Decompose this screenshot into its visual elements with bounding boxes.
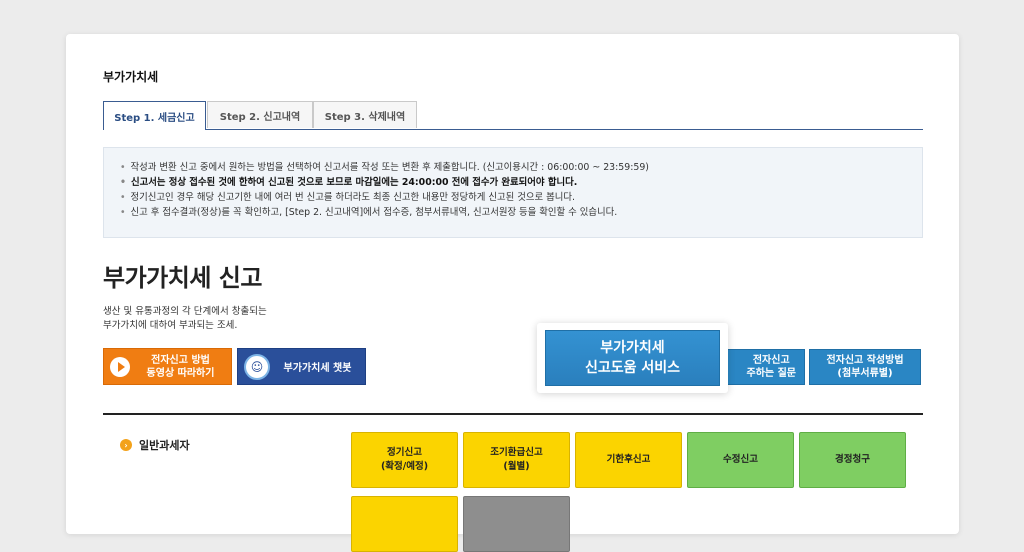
section-divider	[103, 413, 923, 415]
tab-step2[interactable]: Step 2. 신고내역	[207, 101, 313, 128]
page-description: 생산 및 유통과정의 각 단계에서 창출되는 부가가치에 대하여 부과되는 조세…	[103, 305, 267, 333]
category-general-taxpayer: › 일반과세자	[120, 437, 190, 453]
page-title: 부가가치세 신고	[103, 264, 262, 292]
video-guide-button[interactable]: 전자신고 방법 동영상 따라하기	[103, 348, 232, 385]
notice-item-bold: 신고서는 정상 접수된 것에 한하여 신고된 것으로 보므로 마감일에는 24:…	[120, 175, 922, 190]
notice-item: 신고 후 접수결과(정상)를 꼭 확인하고, [Step 2. 신고내역]에서 …	[120, 205, 922, 220]
filing-guide-button[interactable]: 전자신고 작성방법 (첨부서류별)	[809, 349, 921, 385]
step-tabs: Step 1. 세금신고 Step 2. 신고내역 Step 3. 삭제내역	[103, 101, 923, 130]
chatbot-icon: ☺	[244, 353, 270, 380]
tile-partial[interactable]	[463, 496, 570, 552]
tile-regular-filing[interactable]: 정기신고 (확정/예정)	[351, 432, 458, 488]
tile-late-filing[interactable]: 기한후신고	[575, 432, 682, 488]
tile-correction-claim[interactable]: 경정청구	[799, 432, 906, 488]
faq-button[interactable]: 전자신고 주하는 질문	[718, 349, 805, 385]
tile-partial[interactable]	[351, 496, 458, 552]
notice-item: 작성과 변환 신고 중에서 원하는 방법을 선택하여 신고서를 작성 또는 변환…	[120, 160, 922, 175]
tab-step1[interactable]: Step 1. 세금신고	[103, 101, 206, 130]
chatbot-button[interactable]: ☺ 부가가치세 챗봇	[237, 348, 366, 385]
video-guide-label: 전자신고 방법 동영상 따라하기	[146, 354, 215, 379]
tab-step3[interactable]: Step 3. 삭제내역	[313, 101, 417, 128]
notice-item: 정기신고인 경우 해당 신고기한 내에 여러 번 신고를 하더라도 최종 신고한…	[120, 190, 922, 205]
notice-box: 작성과 변환 신고 중에서 원하는 방법을 선택하여 신고서를 작성 또는 변환…	[103, 147, 923, 238]
tile-amended-filing[interactable]: 수정신고	[687, 432, 794, 488]
chatbot-label: 부가가치세 챗봇	[283, 363, 352, 374]
bullet-icon: ›	[120, 439, 132, 451]
description-line: 부가가치에 대하여 부과되는 조세.	[103, 320, 238, 331]
description-line: 생산 및 유통과정의 각 단계에서 창출되는	[103, 306, 267, 317]
tile-early-refund[interactable]: 조기환급신고 (월별)	[463, 432, 570, 488]
help-service-button[interactable]: 부가가치세 신고도움 서비스	[545, 330, 720, 386]
section-title: 부가가치세	[103, 70, 159, 84]
help-service-popout: 부가가치세 신고도움 서비스	[537, 323, 728, 393]
play-icon	[110, 356, 130, 377]
